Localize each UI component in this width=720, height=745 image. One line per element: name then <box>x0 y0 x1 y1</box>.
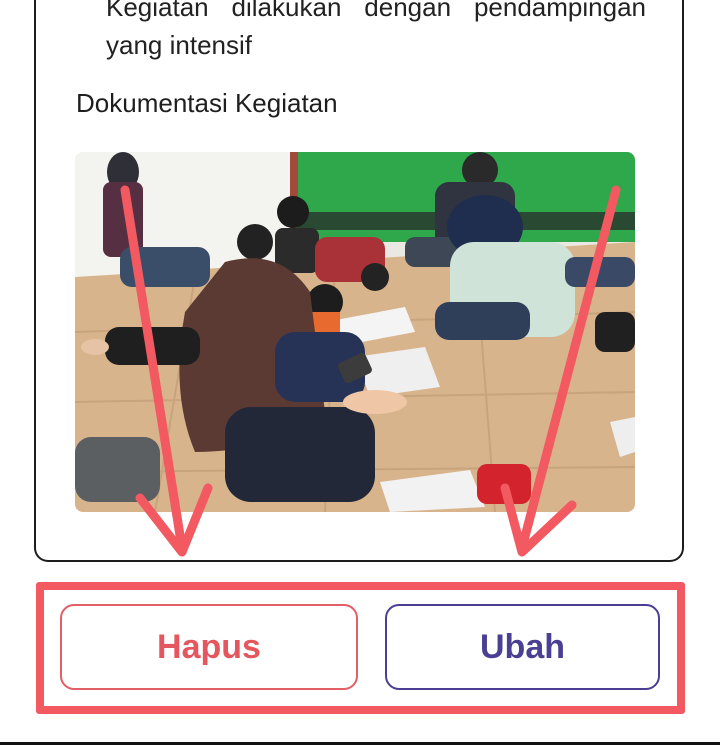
activity-description: Kegiatan dilakukan dengan pendampingan y… <box>106 0 646 64</box>
description-line-1: Kegiatan dilakukan dengan pendampingan <box>106 0 646 26</box>
description-word: dilakukan <box>231 0 342 22</box>
edit-button[interactable]: Ubah <box>385 604 660 690</box>
description-word: dengan <box>364 0 452 22</box>
delete-button[interactable]: Hapus <box>60 604 358 690</box>
screen: Kegiatan dilakukan dengan pendampingan y… <box>0 0 720 745</box>
description-word: Kegiatan <box>106 0 209 22</box>
documentation-label: Dokumentasi Kegiatan <box>76 88 338 118</box>
activity-photo[interactable] <box>75 152 635 512</box>
description-word: pendampingan <box>473 0 646 22</box>
description-line-2: yang intensif <box>106 30 252 60</box>
